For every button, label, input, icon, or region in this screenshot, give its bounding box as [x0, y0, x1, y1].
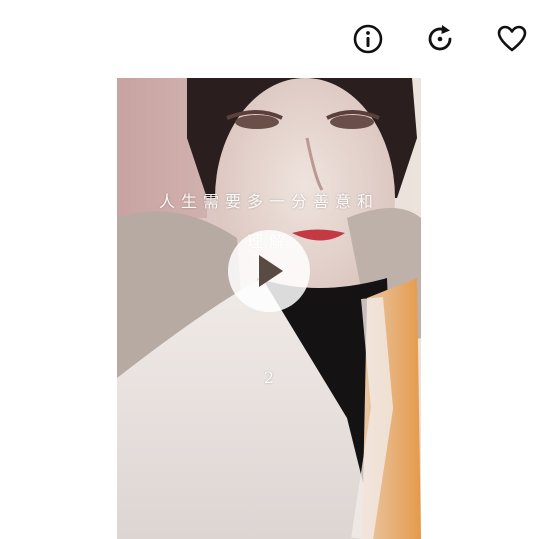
info-button[interactable] — [351, 22, 385, 56]
video-thumbnail[interactable]: 人生需要多一分善意和 理解 2 — [117, 78, 421, 539]
media-viewer: 人生需要多一分善意和 理解 2 — [0, 0, 539, 539]
video-caption-line-1: 人生需要多一分善意和 — [158, 192, 379, 211]
play-button[interactable] — [228, 230, 310, 312]
info-icon — [353, 24, 383, 54]
play-icon — [259, 255, 283, 287]
favorite-button[interactable] — [495, 22, 529, 56]
heart-icon — [497, 25, 527, 52]
video-caption-number: 2 — [263, 368, 275, 387]
rotate-button[interactable] — [423, 22, 457, 56]
rotate-icon — [428, 25, 452, 51]
